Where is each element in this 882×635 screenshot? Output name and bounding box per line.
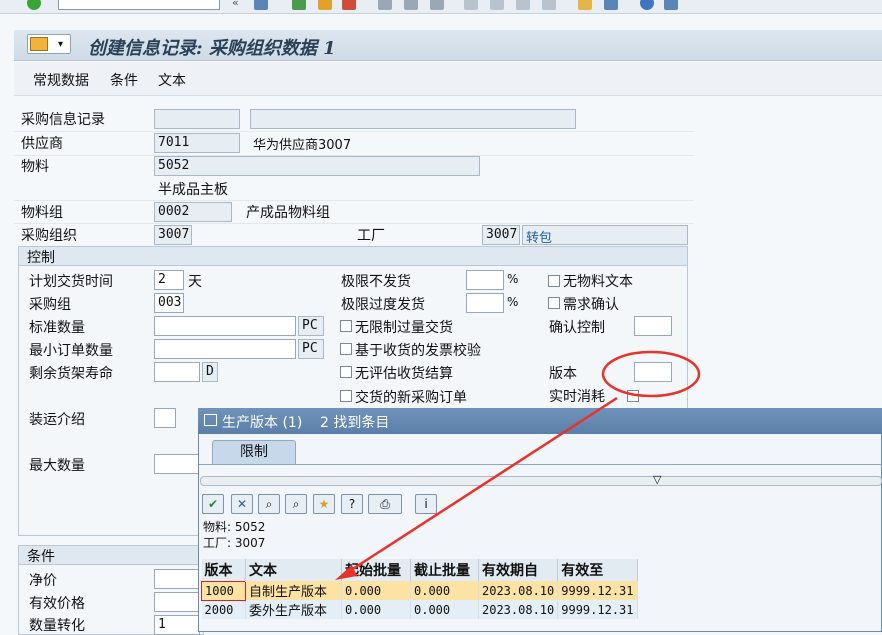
highlight-circle bbox=[601, 350, 701, 398]
annotation-overlay bbox=[335, 350, 701, 580]
annotation-arrow-line bbox=[344, 396, 618, 576]
